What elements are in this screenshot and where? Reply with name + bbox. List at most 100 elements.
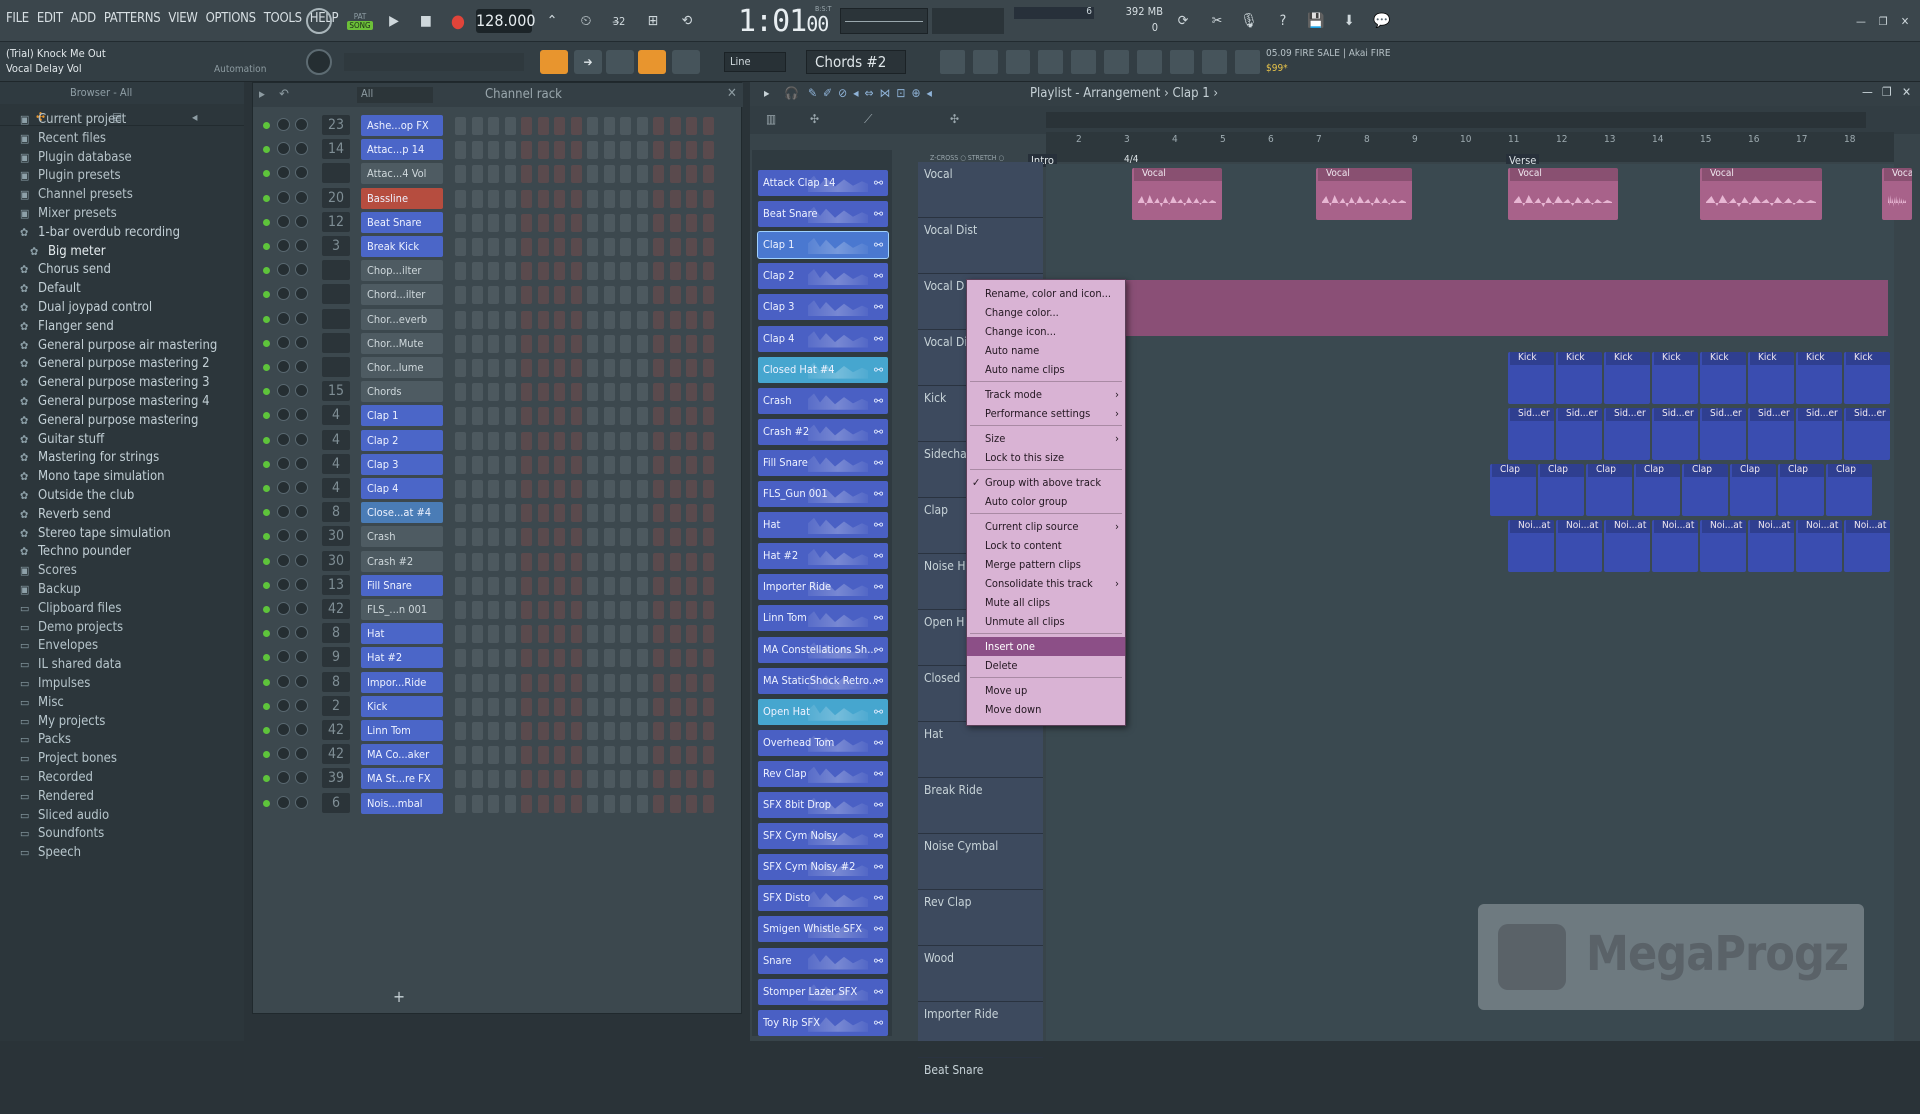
step-button[interactable] [702,213,714,232]
context-menu-item[interactable]: Size › [967,429,1125,448]
step-button[interactable] [587,673,598,692]
channel-pan-knob[interactable] [277,626,290,640]
step-button[interactable] [636,189,648,208]
step-button[interactable] [636,722,648,740]
channel-mute-led[interactable] [263,436,270,444]
step-button[interactable] [620,383,631,402]
step-button[interactable] [570,165,582,184]
step-button[interactable] [570,286,582,305]
step-button[interactable] [603,310,615,329]
step-button[interactable] [455,165,466,184]
rack-undo-icon[interactable]: ↶ [279,87,289,102]
channel-row[interactable]: 13 Fill Snare [259,573,729,599]
step-button[interactable] [686,455,697,474]
step-button[interactable] [587,528,598,547]
step-button[interactable] [653,746,664,765]
channel-name-button[interactable]: Beat Snare [361,211,443,233]
step-button[interactable] [636,504,648,523]
step-button[interactable] [603,262,615,281]
picker-item[interactable]: Crash #2 ⚯ [758,418,888,445]
channel-pan-knob[interactable] [277,698,290,712]
step-button[interactable] [669,504,681,523]
step-sequencer[interactable] [455,455,727,474]
step-button[interactable] [488,770,499,789]
channel-name-button[interactable]: Chord...ilter [361,284,443,306]
channel-pan-knob[interactable] [277,577,290,591]
channel-volume-knob[interactable] [295,360,308,373]
step-button[interactable] [702,552,714,571]
step-button[interactable] [686,576,697,595]
channel-row[interactable]: 8 Impor...Ride [259,670,729,696]
step-button[interactable] [488,286,499,305]
step-button[interactable] [488,141,499,160]
picker-item[interactable]: Fill Snare ⚯ [758,449,888,476]
picker-item[interactable]: Overhead Tom ⚯ [758,729,888,756]
channel-pan-knob[interactable] [277,602,290,615]
step-button[interactable] [686,238,697,256]
channel-mute-led[interactable] [263,243,270,250]
step-button[interactable] [702,576,714,595]
step-button[interactable] [554,286,565,305]
channel-mute-led[interactable] [263,218,270,226]
step-button[interactable] [471,455,483,474]
mixer-track-number[interactable]: 3 [322,236,350,256]
picker-item[interactable]: Clap 3 ⚯ [758,294,888,321]
step-button[interactable] [603,528,615,547]
step-button[interactable] [504,697,516,716]
playlist-clip[interactable]: Sid...er [1604,408,1650,460]
step-button[interactable] [653,649,664,668]
step-button[interactable] [537,625,549,644]
picker-item[interactable]: Smigen Whistle SFX ⚯ [758,916,888,943]
step-button[interactable] [570,697,582,716]
step-sequencer[interactable] [455,625,727,644]
step-button[interactable] [620,673,631,692]
channel-name-button[interactable]: Chor...Mute [361,332,443,354]
step-button[interactable] [669,552,681,571]
channel-mute-led[interactable] [263,315,270,323]
channel-name-button[interactable]: Chop...ilter [361,260,443,282]
channel-pan-knob[interactable] [277,190,290,204]
step-button[interactable] [702,625,714,644]
step-button[interactable] [537,770,549,789]
context-menu-item[interactable]: Move up [967,681,1125,700]
step-button[interactable] [702,528,714,547]
step-button[interactable] [603,141,615,160]
step-button[interactable] [620,334,631,353]
step-button[interactable] [603,286,615,305]
playlist-clip[interactable]: Clap [1634,464,1680,516]
step-button[interactable] [570,310,582,329]
step-button[interactable] [587,722,598,740]
step-button[interactable] [702,722,714,740]
picker-item[interactable]: SFX 8bit Drop ⚯ [758,792,888,818]
channel-name-button[interactable]: Clap 1 [361,405,443,427]
context-menu-item[interactable]: Delete [967,656,1125,675]
step-button[interactable] [554,746,565,765]
step-button[interactable] [488,552,499,571]
step-button[interactable] [504,431,516,450]
step-button[interactable] [636,141,648,160]
mixer-track-number[interactable] [322,308,350,329]
step-button[interactable] [669,165,681,184]
channel-mute-led[interactable] [263,751,270,759]
step-button[interactable] [471,262,483,281]
step-button[interactable] [669,334,681,353]
playlist-clip[interactable]: Clap [1538,464,1584,516]
download-icon[interactable] [1235,50,1260,74]
step-button[interactable] [554,383,565,402]
step-button[interactable] [653,794,664,813]
picker-item[interactable]: SFX Cym Noisy ⚯ [758,823,888,850]
step-button[interactable] [620,117,631,135]
channel-volume-knob[interactable] [295,577,308,591]
step-button[interactable] [636,552,648,571]
playlist-clip[interactable]: Kick [1508,352,1554,404]
channel-pan-knob[interactable] [277,505,290,519]
picker-item[interactable]: Linn Tom ⚯ [758,605,888,632]
mixer-icon[interactable] [1038,50,1064,74]
channel-volume-knob[interactable] [295,142,308,156]
step-button[interactable] [702,334,714,353]
step-button[interactable] [521,649,532,668]
step-button[interactable] [570,238,582,256]
channel-volume-knob[interactable] [295,118,308,131]
step-button[interactable] [603,165,615,184]
channel-row[interactable]: 42 FLS_...n 001 [259,597,729,623]
